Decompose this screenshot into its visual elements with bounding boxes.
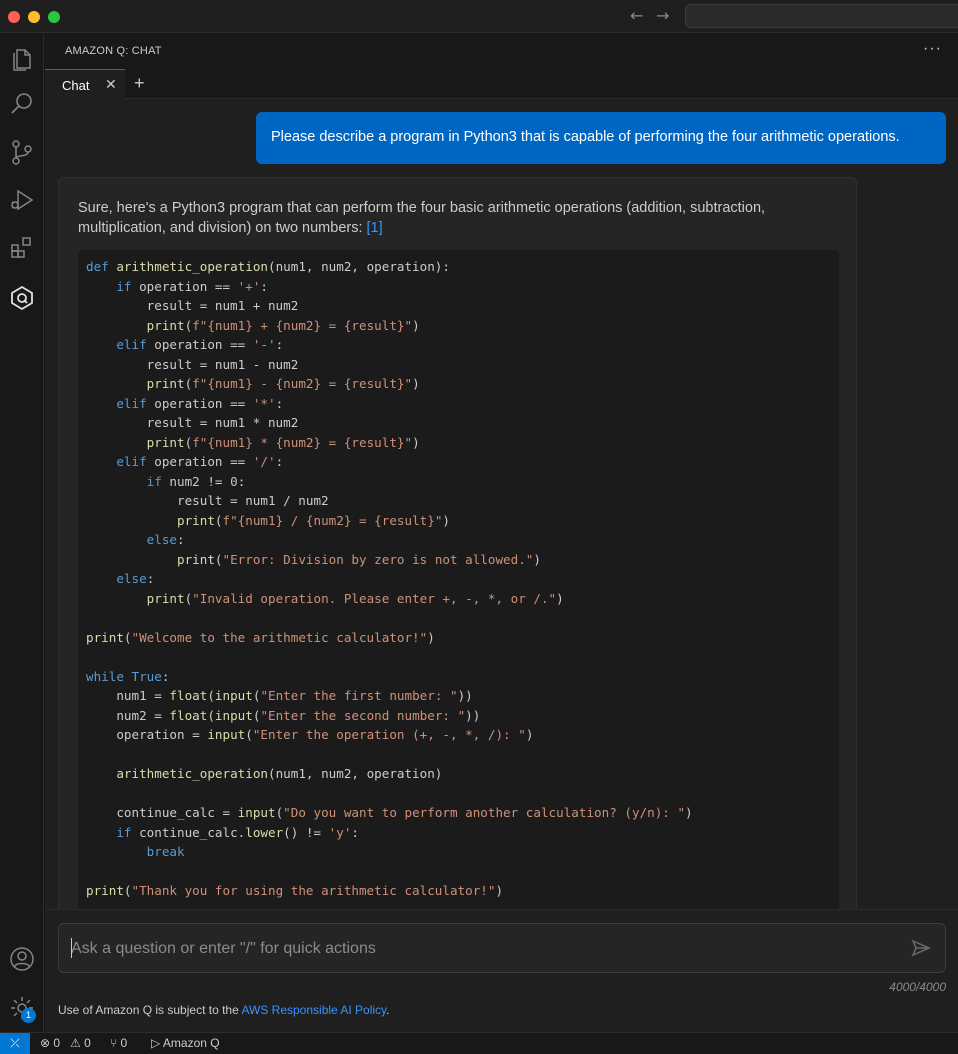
policy-link[interactable]: AWS Responsible AI Policy xyxy=(241,1003,386,1017)
close-window-button[interactable] xyxy=(8,11,20,23)
code-line: num1 = float(input("Enter the first numb… xyxy=(86,688,473,703)
prompt-input[interactable] xyxy=(71,936,891,962)
chat-tabs: Chat ✕ + xyxy=(45,69,958,99)
code-line: arithmetic_operation(num1, num2, operati… xyxy=(116,766,443,781)
forward-arrow-icon[interactable]: → xyxy=(656,6,669,25)
panel-title: AMAZON Q: CHAT xyxy=(65,45,162,57)
errors-status[interactable]: ⊗ 0 xyxy=(40,1036,60,1050)
warnings-status[interactable]: ⚠ 0 xyxy=(70,1036,91,1050)
code-line: continue_calc = input("Do you want to pe… xyxy=(86,805,693,820)
code-line: print("Thank you for using the arithmeti… xyxy=(86,883,504,898)
character-counter: 4000/4000 xyxy=(889,980,946,994)
status-bar: ⤫ ⊗ 0 ⚠ 0 ⑂ 0 ▷ Amazon Q xyxy=(0,1032,958,1054)
code-line: result = num1 / num2 xyxy=(86,493,329,508)
code-line: else: xyxy=(116,571,155,586)
source-control-icon[interactable] xyxy=(8,138,36,166)
code-line: elif operation == '/': xyxy=(116,454,284,469)
code-line: print("Invalid operation. Please enter +… xyxy=(146,590,564,606)
code-line: operation = input("Enter the operation (… xyxy=(86,727,534,742)
answer-intro-text: Sure, here's a Python3 program that can … xyxy=(78,200,766,236)
code-line: print(f"{num1} - {num2} = {result}") xyxy=(146,376,420,391)
search-icon[interactable] xyxy=(8,90,36,118)
code-line: print("Error: Division by zero is not al… xyxy=(177,551,541,567)
user-message: Please describe a program in Python3 tha… xyxy=(256,112,946,164)
remote-indicator-icon[interactable]: ⤫ xyxy=(0,1033,30,1054)
code-line: result = num1 + num2 xyxy=(86,298,299,313)
code-block: def arithmetic_operation(num1, num2, ope… xyxy=(78,250,839,909)
code-line: result = num1 * num2 xyxy=(86,415,299,430)
new-tab-button[interactable]: + xyxy=(134,73,145,94)
account-icon[interactable] xyxy=(8,945,36,973)
prompt-box xyxy=(58,923,946,973)
text-cursor xyxy=(71,938,72,958)
explorer-icon[interactable] xyxy=(8,44,36,72)
panel-header: AMAZON Q: CHAT ··· xyxy=(45,34,958,69)
assistant-answer: Sure, here's a Python3 program that can … xyxy=(58,177,857,909)
code-line: elif operation == '-': xyxy=(116,337,284,352)
chat-conversation: Please describe a program in Python3 tha… xyxy=(45,99,958,909)
code-line: def arithmetic_operation(num1, num2, ope… xyxy=(86,259,450,274)
code-line: if operation == '+': xyxy=(116,278,269,294)
command-center-search[interactable] xyxy=(685,4,958,28)
title-bar: ← → xyxy=(0,0,958,33)
code-line: num2 = float(input("Enter the second num… xyxy=(86,707,481,723)
code-line: elif operation == '*': xyxy=(116,395,284,411)
send-icon[interactable] xyxy=(911,938,931,958)
tab-chat[interactable]: Chat ✕ xyxy=(45,69,125,99)
ports-status[interactable]: ⑂ 0 xyxy=(110,1036,127,1050)
policy-notice: Use of Amazon Q is subject to the AWS Re… xyxy=(58,1003,390,1017)
code-line: if num2 != 0: xyxy=(146,473,246,489)
code-line: result = num1 - num2 xyxy=(86,356,299,372)
policy-text: Use of Amazon Q is subject to the xyxy=(58,1003,242,1017)
maximize-window-button[interactable] xyxy=(48,11,60,23)
policy-suffix: . xyxy=(386,1003,390,1017)
code-line: print(f"{num1} * {num2} = {result}") xyxy=(146,434,420,450)
amazon-q-icon[interactable] xyxy=(8,284,36,312)
code-line: print(f"{num1} / {num2} = {result}") xyxy=(177,512,450,528)
code-line: if continue_calc.lower() != 'y': xyxy=(116,824,360,840)
more-actions-icon[interactable]: ··· xyxy=(923,40,942,58)
tab-label: Chat xyxy=(62,78,90,93)
answer-intro: Sure, here's a Python3 program that can … xyxy=(78,199,838,238)
code-line: else: xyxy=(146,532,185,547)
run-debug-icon[interactable] xyxy=(8,186,36,214)
code-line: print("Welcome to the arithmetic calcula… xyxy=(86,629,435,645)
prompt-area: 4000/4000 Use of Amazon Q is subject to … xyxy=(45,909,958,1032)
close-icon[interactable]: ✕ xyxy=(105,76,117,93)
minimize-window-button[interactable] xyxy=(28,11,40,23)
settings-update-badge: 1 xyxy=(21,1008,36,1023)
amazon-q-status[interactable]: ▷ Amazon Q xyxy=(151,1036,220,1050)
activity-bar xyxy=(0,34,44,1032)
citation-link[interactable]: [1] xyxy=(367,220,383,236)
extensions-icon[interactable] xyxy=(8,234,36,262)
code-line: break xyxy=(146,844,185,859)
back-arrow-icon[interactable]: ← xyxy=(630,6,643,25)
code-line: while True: xyxy=(86,668,170,684)
code-line: print(f"{num1} + {num2} = {result}") xyxy=(146,317,420,333)
